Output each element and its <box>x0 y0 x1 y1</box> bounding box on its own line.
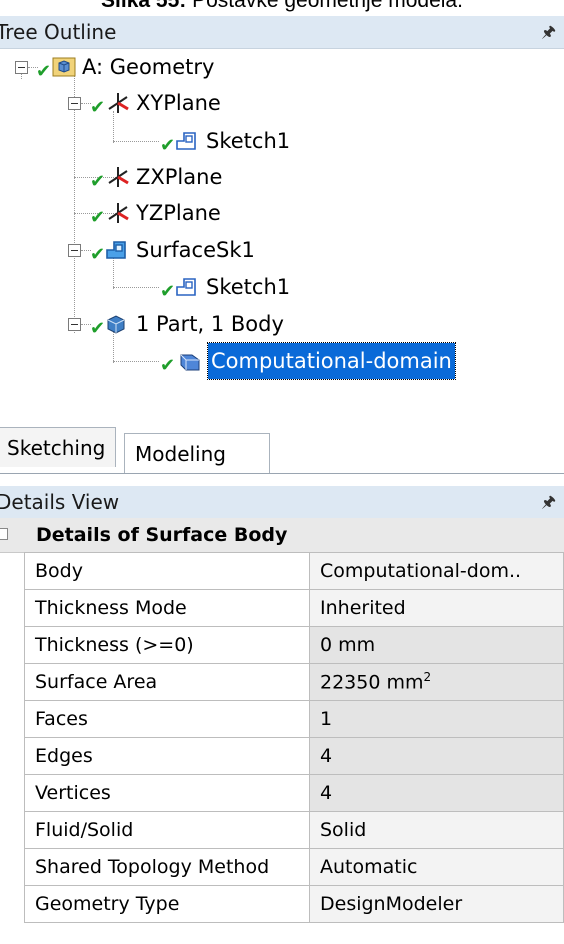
tree-outline-header: Tree Outline 🖈 <box>0 16 564 49</box>
property-name: Shared Topology Method <box>24 848 310 886</box>
property-name: Fluid/Solid <box>24 811 310 849</box>
table-row[interactable]: Thickness Mode Inherited <box>24 589 564 627</box>
property-value: 4 <box>309 737 564 775</box>
tree-node-label: XYPlane <box>136 91 221 115</box>
tree-outline: ✔ A: Geometry ✔ XYPlane ✔ Sketch1 ✔ ZXPl… <box>0 49 564 399</box>
property-name: Body <box>24 552 310 590</box>
property-value[interactable]: 0 mm <box>309 626 564 664</box>
collapse-toggle[interactable] <box>68 97 81 110</box>
tree-node-label: 1 Part, 1 Body <box>136 312 284 336</box>
check-icon: ✔ <box>90 97 106 118</box>
property-name: Thickness (>=0) <box>24 626 310 664</box>
surface-sketch-icon <box>106 241 126 259</box>
plane-axes-icon <box>108 93 129 113</box>
value-text: 22350 mm <box>320 671 424 694</box>
property-value[interactable]: Inherited <box>309 589 564 627</box>
value-text: Automatic <box>320 856 418 878</box>
value-text: 4 <box>320 782 333 804</box>
plane-axes-icon <box>108 203 129 223</box>
geometry-icon <box>52 57 76 77</box>
part-icon <box>107 315 125 334</box>
value-text: Solid <box>320 819 367 841</box>
tree-node-label: SurfaceSk1 <box>136 238 255 262</box>
collapse-toggle[interactable] <box>15 61 28 74</box>
details-view-title: Details View <box>0 490 120 514</box>
tab-sketching[interactable]: Sketching <box>0 427 117 467</box>
unit-superscript: 2 <box>423 670 432 685</box>
table-row[interactable]: Geometry Type DesignModeler <box>24 885 564 923</box>
tree-node-label: A: Geometry <box>82 55 215 79</box>
property-value[interactable]: Computational-dom.. <box>309 552 564 590</box>
tree-node-label: YZPlane <box>136 201 221 225</box>
tree-outline-title: Tree Outline <box>0 20 117 44</box>
property-value[interactable]: Solid <box>309 811 564 849</box>
table-row[interactable]: Edges 4 <box>24 737 564 775</box>
property-value: 1 <box>309 700 564 738</box>
property-name: Geometry Type <box>24 885 310 923</box>
property-name: Faces <box>24 700 310 738</box>
table-row[interactable]: Surface Area 22350 mm2 <box>24 663 564 701</box>
value-text: 1 <box>320 708 333 730</box>
details-group-row[interactable]: Details of Surface Body <box>0 518 564 553</box>
details-group-title: Details of Surface Body <box>36 524 288 546</box>
tree-connector <box>113 111 114 143</box>
check-icon: ✔ <box>160 355 176 376</box>
collapse-toggle[interactable] <box>68 318 81 331</box>
property-value[interactable]: Automatic <box>309 848 564 886</box>
caption-text: Postavke geometrije modela. <box>192 0 463 12</box>
check-icon: ✔ <box>36 61 52 82</box>
mode-tabs: Sketching Modeling <box>0 427 564 474</box>
value-text: 0 mm <box>320 634 376 656</box>
table-row[interactable]: Shared Topology Method Automatic <box>24 848 564 886</box>
property-value: 4 <box>309 774 564 812</box>
tree-connector <box>113 361 159 362</box>
sketch-icon <box>176 278 196 296</box>
table-row[interactable]: Fluid/Solid Solid <box>24 811 564 849</box>
table-row[interactable]: Vertices 4 <box>24 774 564 812</box>
check-icon: ✔ <box>160 135 176 156</box>
plane-axes-icon <box>108 167 129 187</box>
value-text: Computational-dom.. <box>320 560 522 582</box>
property-value: 22350 mm2 <box>309 663 564 701</box>
pin-icon[interactable]: 🖈 <box>541 16 556 48</box>
tree-node-label-selected: Computational-domain <box>207 342 456 380</box>
check-icon: ✔ <box>90 171 106 192</box>
tree-node-label: Sketch1 <box>206 129 291 153</box>
check-icon: ✔ <box>90 318 106 339</box>
details-table: Body Computational-dom.. Thickness Mode … <box>24 552 564 923</box>
value-text: DesignModeler <box>320 893 463 915</box>
collapse-toggle[interactable] <box>68 244 81 257</box>
check-icon: ✔ <box>90 207 106 228</box>
tree-connector <box>113 287 159 288</box>
table-row[interactable]: Thickness (>=0) 0 mm <box>24 626 564 664</box>
property-name: Edges <box>24 737 310 775</box>
figure-caption: Slika 55: Postavke geometrije modela. <box>0 0 564 16</box>
details-view-header: Details View 🖈 <box>0 486 564 519</box>
property-name: Surface Area <box>24 663 310 701</box>
tree-node-label: ZXPlane <box>136 165 223 189</box>
caption-prefix: Slika 55: <box>101 0 187 12</box>
tree-connector <box>74 75 75 333</box>
value-text: 4 <box>320 745 333 767</box>
check-icon: ✔ <box>160 281 176 302</box>
check-icon: ✔ <box>90 244 106 265</box>
property-value[interactable]: DesignModeler <box>309 885 564 923</box>
value-text: Inherited <box>320 597 406 619</box>
tree-node-label: Sketch1 <box>206 275 291 299</box>
tab-modeling[interactable]: Modeling <box>124 433 270 473</box>
property-name: Thickness Mode <box>24 589 310 627</box>
table-row[interactable]: Body Computational-dom.. <box>24 552 564 590</box>
table-row[interactable]: Faces 1 <box>24 700 564 738</box>
sketch-icon <box>176 132 196 150</box>
pin-icon[interactable]: 🖈 <box>541 486 556 518</box>
group-collapse-icon[interactable] <box>0 528 8 540</box>
property-name: Vertices <box>24 774 310 812</box>
surface-body-icon <box>180 354 200 371</box>
tree-connector <box>113 141 159 142</box>
